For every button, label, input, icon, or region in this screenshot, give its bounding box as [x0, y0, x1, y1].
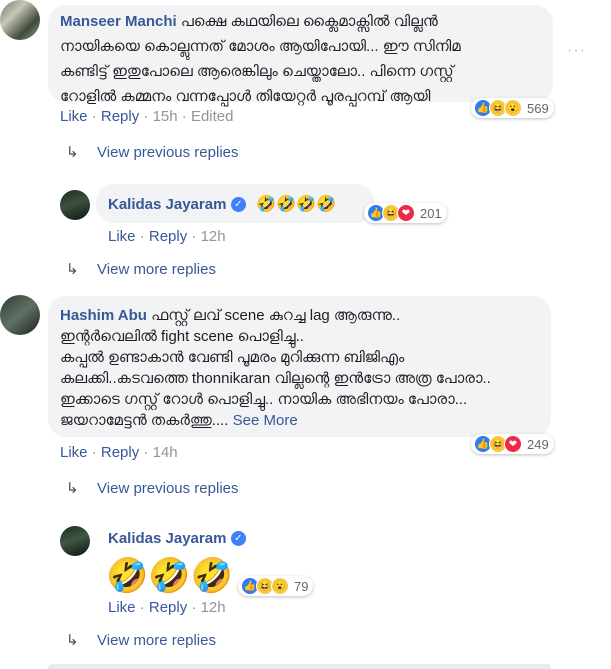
reply-button[interactable]: Reply: [149, 228, 187, 245]
separator: ·: [191, 228, 197, 245]
timestamp[interactable]: 14h: [153, 444, 178, 461]
reaction-summary[interactable]: 👍 😆 ❤ 249: [471, 434, 554, 454]
like-button[interactable]: Like: [60, 108, 88, 125]
view-more-replies-label[interactable]: View more replies: [97, 632, 216, 649]
comment-line: ഇന്റർവെലിൽ fight scene പൊളിച്ചു..: [60, 328, 304, 345]
comment-line: നായികയെ കൊല്ലുന്നത് മോശം ആയിപോയി... ഈ സി…: [60, 38, 461, 55]
reply-text: Kalidas Jayaram ✓: [108, 530, 246, 548]
reaction-count: 249: [527, 436, 549, 452]
view-previous-replies[interactable]: ↳ View previous replies: [66, 143, 239, 162]
reaction-count: 79: [294, 578, 309, 594]
view-previous-replies-label[interactable]: View previous replies: [97, 144, 238, 161]
reply-author[interactable]: Kalidas Jayaram: [108, 530, 226, 547]
avatar[interactable]: [60, 526, 90, 556]
reply-author[interactable]: Kalidas Jayaram: [108, 196, 226, 213]
comment-author[interactable]: Manseer Manchi: [60, 13, 177, 30]
view-more-replies-label[interactable]: View more replies: [97, 261, 216, 278]
love-reaction-icon: ❤: [397, 204, 415, 222]
reply-button[interactable]: Reply: [101, 108, 139, 125]
timestamp[interactable]: 12h: [201, 599, 226, 616]
reply-arrow-icon: ↳: [66, 480, 79, 497]
comment-line: ഇക്കാടെ ഗസ്റ്റ് റോൾ പൊളിച്ചു.. നായിക അഭി…: [60, 391, 468, 408]
separator: ·: [139, 228, 145, 245]
comment-actions: Like · Reply · 15h · Edited: [60, 108, 234, 125]
reply-text: Kalidas Jayaram ✓ 🤣🤣🤣🤣: [108, 194, 336, 214]
comment-line: കപ്പൽ ഉണ്ടാകാൻ വേണ്ടി പൂമരം മുറിക്കുന്ന …: [60, 349, 405, 366]
like-button[interactable]: Like: [60, 444, 88, 461]
comment-actions: Like · Reply · 14h: [60, 444, 178, 461]
separator: ·: [143, 444, 149, 461]
laughing-emoji: 🤣🤣🤣🤣: [256, 196, 337, 213]
see-more-link[interactable]: See More: [233, 412, 298, 429]
verified-icon: ✓: [230, 197, 246, 213]
edited-label[interactable]: Edited: [191, 108, 234, 125]
view-more-replies[interactable]: ↳ View more replies: [66, 260, 216, 279]
comment-text: Hashim Abu ഫസ്റ്റ് ലവ് scene കുറച്ച lag …: [60, 305, 550, 431]
separator: ·: [181, 108, 187, 125]
comment-line: പക്ഷെ കഥയിലെ ക്ലൈമാക്സിൽ വില്ലൻ: [180, 13, 438, 30]
view-previous-replies-label[interactable]: View previous replies: [97, 480, 238, 497]
reply-actions: Like · Reply · 12h: [108, 228, 226, 245]
more-options-icon[interactable]: ···: [567, 42, 586, 60]
avatar[interactable]: [60, 190, 90, 220]
reply-actions: Like · Reply · 12h: [108, 599, 226, 616]
timestamp[interactable]: 12h: [201, 228, 226, 245]
comment-line: കലക്കി..കടവത്തെ thonnikaran വില്ലന്റെ ഇൻ…: [60, 370, 491, 387]
reaction-summary[interactable]: 👍 😆 ❤ 201: [364, 203, 447, 223]
reaction-summary[interactable]: 👍 😆 😮 79: [238, 576, 314, 596]
large-laughing-emoji: 🤣🤣🤣: [106, 557, 234, 595]
reply-arrow-icon: ↳: [66, 261, 79, 278]
verified-icon: ✓: [230, 531, 246, 547]
like-button[interactable]: Like: [108, 228, 136, 245]
comment-author[interactable]: Hashim Abu: [60, 307, 147, 324]
view-previous-replies[interactable]: ↳ View previous replies: [66, 479, 239, 498]
wow-reaction-icon: 😮: [504, 99, 522, 117]
reaction-summary[interactable]: 👍 😆 😮 569: [471, 98, 554, 118]
separator: ·: [143, 108, 149, 125]
reaction-count: 569: [527, 100, 549, 116]
reply-button[interactable]: Reply: [101, 444, 139, 461]
separator: ·: [191, 599, 197, 616]
separator: ·: [91, 444, 97, 461]
comment-line: ഫസ്റ്റ് ലവ് scene കുറച്ച lag ആരുന്നു..: [151, 307, 401, 324]
separator: ·: [139, 599, 145, 616]
avatar[interactable]: [0, 295, 40, 335]
like-button[interactable]: Like: [108, 599, 136, 616]
comment-line: ജയറാമേട്ടൻ തകർത്തു....: [60, 412, 229, 429]
timestamp[interactable]: 15h: [153, 108, 178, 125]
avatar[interactable]: [0, 0, 40, 40]
love-reaction-icon: ❤: [504, 435, 522, 453]
next-comment-edge: [48, 664, 551, 669]
reply-button[interactable]: Reply: [149, 599, 187, 616]
view-more-replies[interactable]: ↳ View more replies: [66, 631, 216, 650]
separator: ·: [91, 108, 97, 125]
comment-text: Manseer Manchi പക്ഷെ കഥയിലെ ക്ലൈമാക്സിൽ …: [60, 11, 550, 107]
wow-reaction-icon: 😮: [271, 577, 289, 595]
reply-arrow-icon: ↳: [66, 144, 79, 161]
comment-line: കണ്ടിട്ട് ഇതുപോലെ ആരെങ്കിലും ചെയ്താലോ.. …: [60, 63, 454, 80]
reaction-count: 201: [420, 205, 442, 221]
reply-arrow-icon: ↳: [66, 632, 79, 649]
